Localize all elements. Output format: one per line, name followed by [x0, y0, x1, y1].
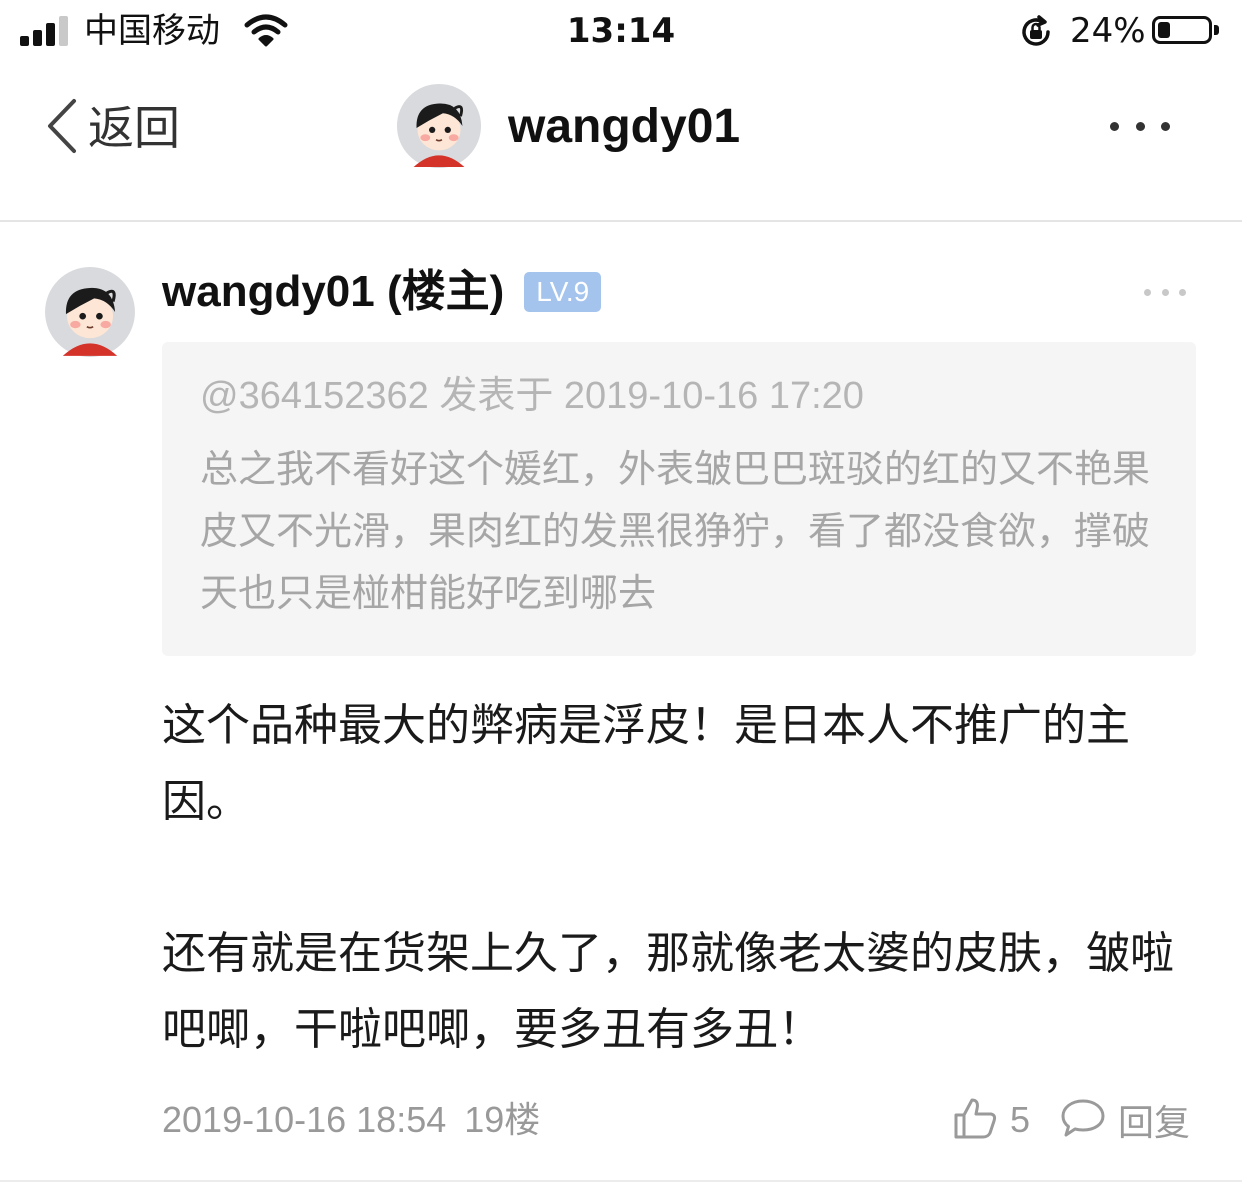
quote-meta: @364152362 发表于 2019-10-16 17:20	[200, 375, 864, 417]
back-button[interactable]: 返回	[44, 96, 180, 160]
battery-tip	[1214, 25, 1219, 35]
more-dots-icon	[1144, 288, 1151, 296]
post-body: 这个品种最大的弊病是浮皮！是日本人不推广的主因。 还有就是在货架上久了，那就像老…	[162, 688, 1202, 1068]
like-count: 5	[1010, 1099, 1031, 1140]
chevron-left-icon	[44, 97, 78, 159]
nav-profile[interactable]: wangdy01	[396, 82, 740, 170]
quote-text: 总之我不看好这个媛红，外表皱巴巴斑驳的红的又不艳果皮又不光滑，果肉红的发黑很狰狞…	[200, 447, 1151, 615]
orientation-lock-icon	[1018, 14, 1054, 54]
post-author-avatar[interactable]	[44, 266, 136, 358]
nav-title: wangdy01	[508, 99, 741, 153]
reply-button[interactable]: 回复	[1060, 1094, 1190, 1146]
post-floor: 19楼	[464, 1099, 541, 1140]
battery-icon	[1152, 16, 1212, 44]
avatar[interactable]	[396, 83, 482, 169]
thumbs-up-icon	[952, 1095, 998, 1145]
post-paragraph: 还有就是在货架上久了，那就像老太婆的皮肤，皱啦吧唧，干啦吧唧，要多丑有多丑！	[162, 928, 1174, 1055]
battery-fill	[1158, 22, 1170, 38]
status-time: 13:14	[566, 11, 676, 51]
post-paragraph: 这个品种最大的弊病是浮皮！是日本人不推广的主因。	[162, 700, 1130, 827]
post-more-button[interactable]	[1144, 286, 1186, 298]
author-row: wangdy01 (楼主) LV.9	[162, 262, 602, 322]
back-label: 返回	[88, 101, 180, 155]
author-name[interactable]: wangdy01 (楼主)	[162, 262, 504, 322]
nav-bar: 返回 wangdy01	[0, 62, 1242, 222]
more-dots-icon	[1161, 288, 1169, 296]
more-dots-icon	[1161, 121, 1170, 131]
more-dots-icon	[1135, 121, 1145, 131]
reply-label: 回复	[1118, 1103, 1191, 1144]
battery-percent: 24%	[1070, 11, 1146, 51]
speech-bubble-icon	[1060, 1097, 1106, 1143]
status-bar: 中国移动 13:14 24%	[0, 0, 1242, 62]
more-dots-icon	[1110, 121, 1119, 131]
quoted-post[interactable]: @364152362 发表于 2019-10-16 17:20 总之我不看好这个…	[162, 342, 1196, 656]
post-meta: 2019-10-16 18:54 19楼	[162, 1094, 540, 1146]
more-options-button[interactable]	[1110, 108, 1170, 144]
post-footer: 2019-10-16 18:54 19楼 5 回复	[162, 1094, 1202, 1146]
post-datetime: 2019-10-16 18:54	[162, 1099, 447, 1140]
divider	[0, 1180, 1242, 1182]
more-dots-icon	[1179, 288, 1186, 296]
level-badge: LV.9	[524, 272, 602, 312]
like-button[interactable]: 5	[952, 1094, 1030, 1146]
